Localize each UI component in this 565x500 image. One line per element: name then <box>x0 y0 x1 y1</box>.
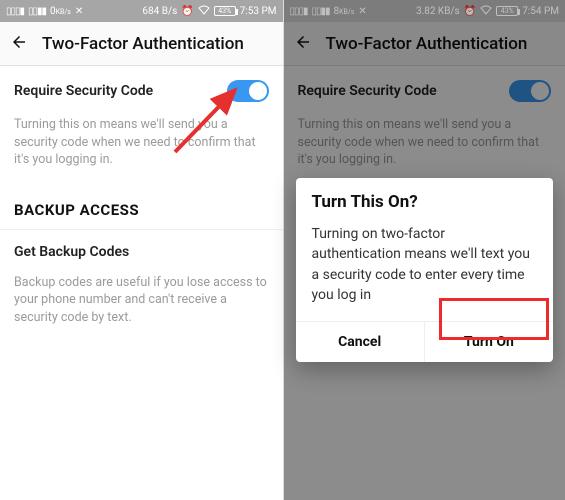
confirm-dialog: Turn This On? Turning on two-factor auth… <box>296 178 554 362</box>
wifi-icon <box>198 5 210 18</box>
page-title: Two-Factor Authentication <box>42 34 244 54</box>
dialog-body: Turning on two-factor authentication mea… <box>296 220 554 321</box>
turn-on-button[interactable]: Turn On <box>424 322 553 362</box>
dialog-actions: Cancel Turn On <box>296 321 554 362</box>
dialog-title: Turn This On? <box>296 178 554 220</box>
require-code-toggle[interactable] <box>227 80 269 102</box>
net-speed: 684 B/s <box>142 6 177 17</box>
battery-icon: 43% <box>214 6 236 16</box>
toggle-description: Turning this on means we'll send you a s… <box>0 116 283 183</box>
cancel-button[interactable]: Cancel <box>296 322 424 362</box>
backup-description: Backup codes are useful if you lose acce… <box>0 274 283 341</box>
signal-icon-2: ▯▯▮▮ <box>28 6 46 17</box>
signal-icon: ▯▯▯▮ <box>6 6 24 17</box>
screenshot-left: ▯▯▯▮ ▯▯▮▮ 0KB/s ✕ 684 B/s ⏰ 43% 7:53 PM … <box>0 0 283 500</box>
back-arrow-icon[interactable] <box>10 33 28 55</box>
backup-section-header: BACKUP ACCESS <box>0 183 283 230</box>
no-sim-icon: ✕ <box>75 6 83 17</box>
status-bar: ▯▯▯▮ ▯▯▮▮ 8KB/s ✕ 3.82 KB/s ⏰ 43% 7:54 P… <box>284 0 565 22</box>
status-bar: ▯▯▯▮ ▯▯▮▮ 0KB/s ✕ 684 B/s ⏰ 43% 7:53 PM <box>0 0 283 22</box>
kbs-label: 0KB/s <box>50 6 71 17</box>
clock: 7:53 PM <box>240 6 277 17</box>
toggle-label: Require Security Code <box>14 83 153 99</box>
content: Require Security Code Turning this on me… <box>0 66 283 500</box>
app-bar: Two-Factor Authentication <box>0 22 283 66</box>
screenshot-right: ▯▯▯▮ ▯▯▮▮ 8KB/s ✕ 3.82 KB/s ⏰ 43% 7:54 P… <box>283 0 565 500</box>
alarm-icon: ⏰ <box>181 6 193 17</box>
require-code-row: Require Security Code <box>0 66 283 116</box>
get-backup-codes-link[interactable]: Get Backup Codes <box>0 230 283 274</box>
